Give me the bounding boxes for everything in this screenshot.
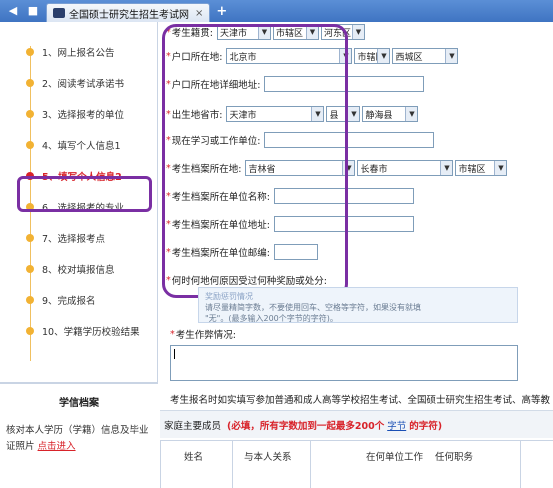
form-select[interactable]: 长春市 ▼ (357, 160, 454, 176)
sidebar: 1、网上报名公告 2、阅读考试承诺书 3、选择报考的单位 4、填写个人信息1 5、填写个… (0, 22, 158, 488)
browser-tab[interactable]: 全国硕士研究生招生考试网 × (46, 3, 211, 22)
step-dot-icon (26, 48, 34, 56)
sidebar-step-9[interactable]: 9、完成报名 (0, 290, 158, 310)
form-highlight-ring (162, 24, 348, 298)
sidebar-toggle-icon[interactable]: ■ (26, 4, 40, 18)
xuexin-archive-title: 学信档案 (59, 398, 99, 409)
dropdown-arrow-icon[interactable]: ▼ (440, 161, 453, 175)
cheating-label-row: * 考生作弊情况: (170, 328, 236, 342)
sidebar-step-4[interactable]: 4、填写个人信息1 (0, 135, 158, 155)
step-dot-icon (26, 234, 34, 242)
table-header-name: 姓名 (184, 452, 204, 463)
step-label: 2、阅读考试承诺书 (42, 79, 125, 90)
graduation-cap-icon (53, 8, 65, 18)
tab-title: 全国硕士研究生招生考试网 (69, 9, 189, 21)
step-label: 10、学籍学历校验结果 (42, 327, 140, 338)
new-tab-button[interactable]: + (216, 4, 227, 19)
step-label: 9、完成报名 (42, 296, 96, 307)
form-select[interactable]: 静海县 ▼ (362, 106, 419, 122)
step-label: 3、选择报考的单位 (42, 110, 125, 121)
family-warning: (必填，所有字数加到一起最多200个 (227, 420, 385, 432)
sidebar-step-8[interactable]: 8、校对填报信息 (0, 259, 158, 279)
tab-close-icon[interactable]: × (195, 8, 203, 19)
award-hint-box: 奖励惩罚情况 请尽量精简字数，不要使用回车、空格等字符，如果没有就填 "无"。(… (198, 287, 518, 323)
step-dot-icon (26, 327, 34, 335)
select-value: 市辖区 (357, 52, 377, 63)
family-table: 姓名 与本人关系 在何单位工作 任何职务 (160, 440, 553, 488)
award-hint-line: 请尽量精简字数，不要使用回车、空格等字符，如果没有就填 (205, 303, 421, 312)
sidebar-step-2[interactable]: 2、阅读考试承诺书 (0, 73, 158, 93)
sidebar-step-10[interactable]: 10、学籍学历校验结果 (0, 321, 158, 341)
browser-tab-bar: ◀ ■ 全国硕士研究生招生考试网 × + (0, 0, 553, 22)
table-header-relation: 与本人关系 (244, 452, 292, 463)
family-warning-end: 的字符) (409, 420, 443, 432)
notice-text: 考生报名时如实填写参加普通和成人高等学校招生考试、全国硕士研究生招生考试、高等教 (170, 395, 551, 406)
dropdown-arrow-icon[interactable]: ▼ (377, 49, 390, 63)
select-value: 长春市 (360, 164, 388, 175)
form-select[interactable]: 西城区 ▼ (392, 48, 459, 64)
xuexin-archive-box: 学信档案 核对本人学历（学籍）信息及毕业证照片 点击进入 (0, 382, 158, 488)
family-members-title: 家庭主要成员 (164, 420, 222, 432)
step-dot-icon (26, 79, 34, 87)
step-label: 4、填写个人信息1 (42, 141, 121, 152)
xuexin-archive-link[interactable]: 点击进入 (38, 441, 76, 452)
cheating-textarea[interactable] (170, 345, 518, 381)
form-select[interactable]: 市辖区▼ (354, 48, 391, 64)
dropdown-arrow-icon[interactable]: ▼ (347, 107, 360, 121)
table-header-workplace: 在何单位工作 (366, 452, 424, 463)
xuexin-archive-text: 核对本人学历（学籍）信息及毕业证照片 (6, 425, 149, 452)
award-hint-title: 奖励惩罚情况 (205, 292, 253, 301)
step-label: 8、校对填报信息 (42, 265, 115, 276)
dropdown-arrow-icon[interactable]: ▼ (405, 107, 418, 121)
select-value: 静海县 (365, 110, 393, 121)
active-step-highlight-ring (17, 176, 152, 212)
text-cursor (174, 349, 175, 359)
step-dot-icon (26, 141, 34, 149)
step-dot-icon (26, 265, 34, 273)
dropdown-arrow-icon[interactable]: ▼ (351, 25, 364, 39)
step-label: 1、网上报名公告 (42, 48, 115, 59)
sidebar-step-7[interactable]: 7、选择报考点 (0, 228, 158, 248)
dropdown-arrow-icon[interactable]: ▼ (494, 161, 507, 175)
sidebar-step-3[interactable]: 3、选择报考的单位 (0, 104, 158, 124)
family-members-header: 家庭主要成员 (必填，所有字数加到一起最多200个 字节 的字符) (160, 410, 553, 438)
award-hint-line: "无"。(最多输入200个字节的字符)。 (205, 314, 338, 323)
step-dot-icon (26, 110, 34, 118)
sidebar-step-1[interactable]: 1、网上报名公告 (0, 42, 158, 62)
select-value: 西城区 (395, 52, 423, 63)
dropdown-arrow-icon[interactable]: ▼ (445, 49, 458, 63)
step-label: 7、选择报考点 (42, 234, 106, 245)
cheating-label: 考生作弊情况: (175, 330, 236, 341)
back-arrow-icon[interactable]: ◀ (6, 4, 20, 18)
step-dot-icon (26, 296, 34, 304)
family-add-link[interactable]: 字节 (387, 418, 406, 432)
table-header-position: 任何职务 (435, 452, 474, 463)
form-select[interactable]: 市辖区 ▼ (455, 160, 508, 176)
select-value: 市辖区 (458, 164, 486, 175)
